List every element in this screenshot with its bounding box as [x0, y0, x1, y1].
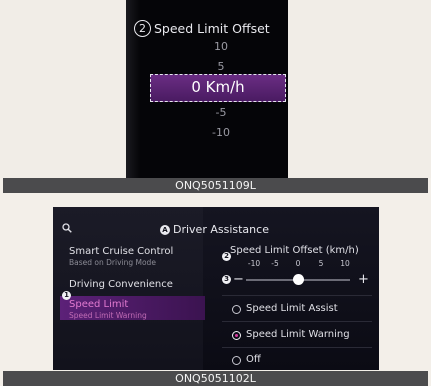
driver-assistance-header: A Driver Assistance — [160, 223, 269, 236]
slider-increase-button[interactable]: + — [358, 273, 369, 286]
speed-limit-offset-title: Speed Limit Offset — [154, 20, 270, 36]
speed-limit-assist-radio[interactable] — [232, 305, 241, 314]
driver-assistance-title: Driver Assistance — [173, 223, 269, 236]
image-caption-2: ONQ5051102L — [3, 371, 428, 386]
slider-decrease-button[interactable]: − — [233, 273, 244, 286]
speed-limit-assist-label[interactable]: Speed Limit Assist — [246, 303, 338, 314]
offset-tick-label: 5 — [318, 259, 324, 268]
speed-offset-slider-handle[interactable] — [292, 274, 304, 285]
menu-item-smart-cruise-control[interactable]: Smart Cruise Control — [69, 246, 173, 257]
menu-item-speed-limit[interactable]: Speed Limit — [69, 299, 128, 310]
offset-option-minus-5[interactable]: -5 — [200, 106, 242, 119]
speed-limit-offset-kmh-title: Speed Limit Offset (km/h) — [230, 245, 359, 256]
speed-limit-warning-radio[interactable] — [232, 331, 241, 340]
callout-a-badge: A — [160, 224, 170, 235]
image-caption-1: ONQ5051109L — [3, 178, 428, 193]
off-label[interactable]: Off — [246, 354, 261, 365]
offset-option-5[interactable]: 5 — [200, 60, 242, 73]
divider — [222, 321, 372, 322]
callout-3-badge: 3 — [222, 275, 231, 284]
search-icon[interactable] — [62, 223, 72, 233]
divider — [222, 347, 372, 348]
menu-item-driving-convenience[interactable]: Driving Convenience — [69, 279, 173, 290]
offset-option-10[interactable]: 10 — [200, 40, 242, 53]
off-radio[interactable] — [232, 356, 241, 365]
speed-limit-warning-label[interactable]: Speed Limit Warning — [246, 329, 350, 340]
offset-tick-label: 10 — [340, 259, 350, 268]
divider — [222, 295, 372, 296]
offset-tick-label: -10 — [247, 259, 261, 268]
callout-2-badge: 2 — [134, 19, 151, 37]
menu-item-speed-limit-subtitle: Speed Limit Warning — [69, 311, 147, 320]
menu-item-smart-cruise-subtitle: Based on Driving Mode — [69, 258, 156, 267]
offset-tick-label: -5 — [271, 259, 279, 268]
speed-limit-offset-heading: 2 Speed Limit Offset — [134, 17, 270, 39]
offset-tick-label: 0 — [295, 259, 301, 268]
offset-option-minus-10[interactable]: -10 — [200, 126, 242, 139]
offset-selected-value[interactable]: 0 Km/h — [150, 74, 286, 102]
